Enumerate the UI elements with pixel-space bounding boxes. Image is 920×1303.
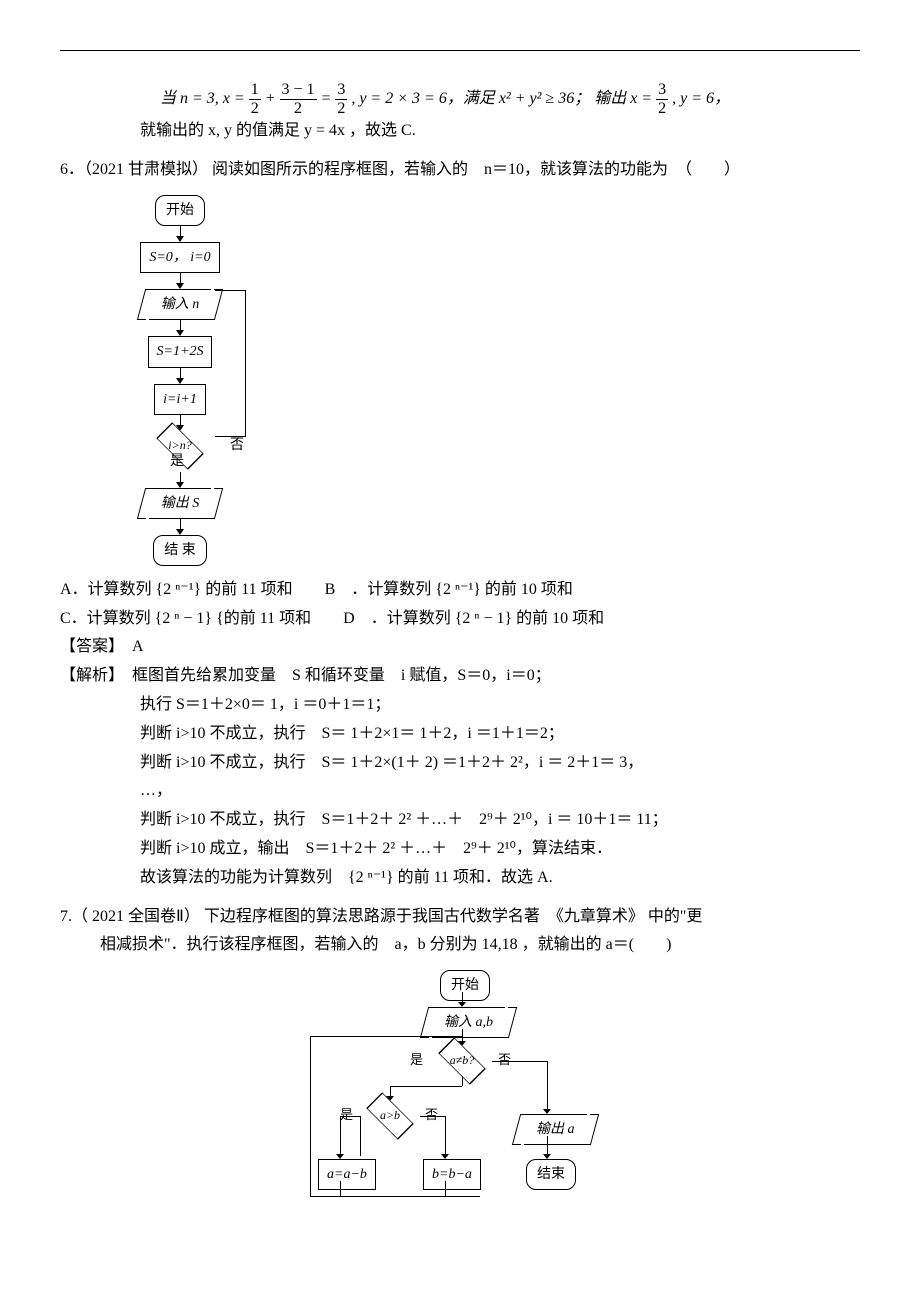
- fc2-yes1: 是: [410, 1048, 423, 1071]
- q6-e7: 故该算法的功能为计算数列 {2 ⁿ⁻¹} 的前 11 项和．故选 A.: [60, 864, 860, 893]
- q6-e5: 判断 i>10 不成立，执行 S＝1＋2＋ 2² ＋…＋ 2⁹＋ 2¹⁰，i ＝…: [60, 806, 860, 835]
- frac-1: 12: [249, 81, 261, 117]
- frac-4: 32: [656, 81, 668, 117]
- q6-e2: 判断 i>10 不成立，执行 S＝ 1＋2×1＝ 1＋2，i ＝1＋1＝2；: [60, 720, 860, 749]
- q6-flowchart: 开始 S=0， i=0 输入 n S=1+2S i=i+1 i>n? 否 是 输…: [120, 195, 860, 566]
- fc-input: 输入 n: [149, 289, 212, 320]
- fc2-output: 输出 a: [524, 1114, 587, 1145]
- fc-step2: i=i+1: [154, 384, 206, 415]
- q6-e4: …，: [60, 777, 860, 806]
- fc2-no2: 否: [425, 1103, 438, 1126]
- page-top-rule: [60, 50, 860, 51]
- q6-option-row-2: C．计算数列 {2 ⁿ − 1} {的前 11 项和 D ．计算数列 {2 ⁿ …: [60, 605, 860, 634]
- fc2-r2: b=b−a: [423, 1159, 481, 1190]
- frac-3: 32: [335, 81, 347, 117]
- fc2-yes2: 是: [340, 1103, 353, 1126]
- fc-output: 输出 S: [149, 488, 212, 519]
- fc2-cond2: a>b: [360, 1101, 420, 1131]
- fc2-input: 输入 a,b: [432, 1007, 505, 1038]
- fc2-cond1: a≠b?: [432, 1046, 492, 1076]
- q6-answer: 【答案】 A: [60, 633, 860, 662]
- fc2-end: 结束: [526, 1159, 576, 1190]
- eq-prefix: 当 n = 3, x =: [160, 90, 245, 107]
- fc-end: 结 束: [153, 535, 207, 566]
- q7-stem-1: 7.（ 2021 全国卷Ⅱ） 下边程序框图的算法思路源于我国古代数学名著 《九章…: [60, 903, 860, 932]
- fc-init: S=0， i=0: [140, 242, 219, 273]
- fc2-r1: a=a−b: [318, 1159, 376, 1190]
- fc2-start: 开始: [440, 970, 490, 1001]
- fc2-no1: 否: [498, 1048, 511, 1071]
- q6-e3: 判断 i>10 不成立，执行 S＝ 1＋2×(1＋ 2) ＝1＋2＋ 2²，i …: [60, 749, 860, 778]
- q6-stem: 6．（2021 甘肃模拟） 阅读如图所示的程序框图，若输入的 n＝10，就该算法…: [60, 156, 860, 185]
- frac-2: 3 − 12: [280, 81, 317, 117]
- fc-step1: S=1+2S: [148, 336, 213, 367]
- q6-e6: 判断 i>10 成立，输出 S＝1＋2＋ 2² ＋…＋ 2⁹＋ 2¹⁰，算法结束…: [60, 835, 860, 864]
- eq-line-1: 当 n = 3, x = 12 + 3 − 12 = 32 , y = 2 × …: [60, 81, 860, 117]
- eq-line-2: 就输出的 x, y 的值满足 y = 4x ，故选 C.: [60, 117, 860, 146]
- q6-option-row-1: A．计算数列 {2 ⁿ⁻¹} 的前 11 项和 B ．计算数列 {2 ⁿ⁻¹} …: [60, 576, 860, 605]
- q7-stem-2: 相减损术"．执行该程序框图，若输入的 a，b 分别为 14,18 ，就输出的 a…: [60, 931, 860, 960]
- q6-e1: 执行 S＝1＋2×0＝ 1，i ＝0＋1＝1；: [60, 691, 860, 720]
- q7-flowchart: 开始 输入 a,b a≠b? 是 否 a>b 是 否 a=a−b b=b−a 输…: [310, 970, 610, 1230]
- fc-yes-label: 是: [170, 449, 184, 474]
- fc-start: 开始: [155, 195, 205, 226]
- q6-explain-head: 【解析】 框图首先给累加变量 S 和循环变量 i 赋值，S＝0，i＝0；: [60, 662, 860, 691]
